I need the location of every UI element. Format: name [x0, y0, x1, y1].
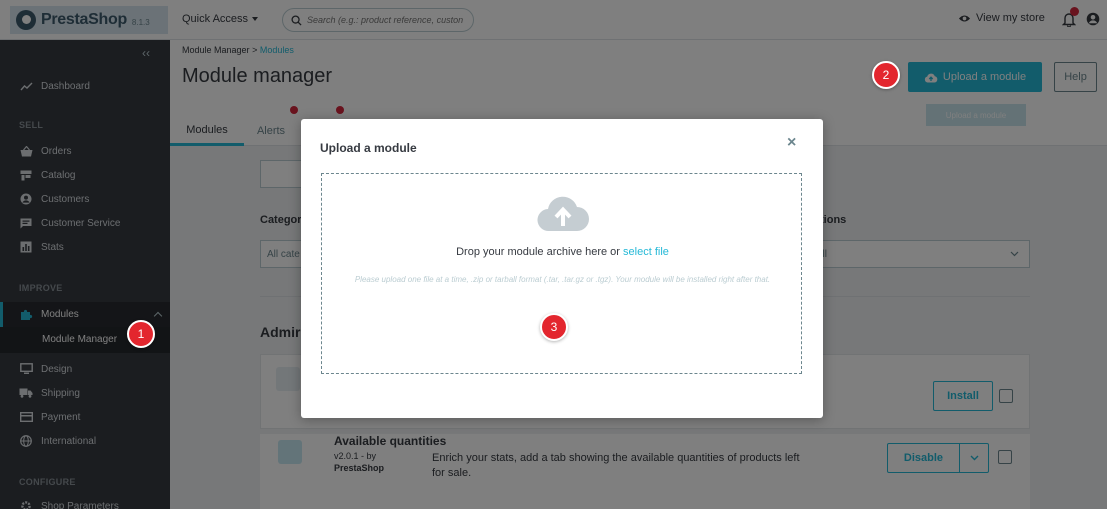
step-marker-2: 2 [872, 61, 900, 89]
select-file-link[interactable]: select file [623, 246, 669, 258]
upload-module-modal: Upload a module × Drop your module archi… [301, 119, 823, 418]
close-icon[interactable]: × [787, 135, 796, 151]
drop-instructions: Drop your module archive here or select … [322, 246, 803, 258]
step-marker-1: 1 [127, 320, 155, 348]
upload-hint: Please upload one file at a time, .zip o… [354, 275, 771, 284]
drop-text: Drop your module archive here or [456, 246, 624, 258]
modal-title: Upload a module [320, 141, 417, 155]
cloud-upload-icon [537, 196, 589, 232]
step-marker-3: 3 [540, 313, 568, 341]
file-dropzone[interactable]: Drop your module archive here or select … [321, 173, 802, 374]
